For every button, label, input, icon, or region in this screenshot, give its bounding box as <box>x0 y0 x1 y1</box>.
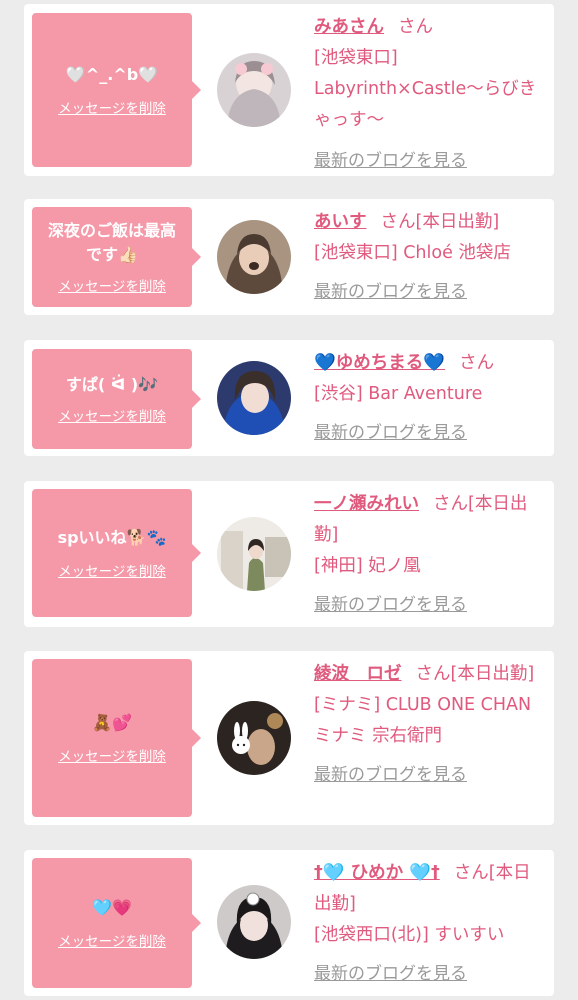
latest-blog-link[interactable]: 最新のブログを見る <box>314 959 540 990</box>
delete-message-link[interactable]: メッセージを削除 <box>58 930 166 950</box>
message-card: 深夜のご飯は最高です👍🏻 メッセージを削除 あいす さん[本日出勤] [池袋東口]… <box>24 199 554 315</box>
message-bubble: 🧸💕 メッセージを削除 <box>32 659 201 817</box>
message-text: 🤍^_.^b🤍 <box>65 65 159 84</box>
latest-blog-link[interactable]: 最新のブログを見る <box>314 277 540 308</box>
message-text: すぱ( ᐛ )🎶 <box>65 375 159 394</box>
shop-name: [ミナミ] CLUB ONE CHAN ミナミ 宗右衛門 <box>314 695 532 746</box>
delete-message-link[interactable]: メッセージを削除 <box>58 745 166 765</box>
delete-message-link[interactable]: メッセージを削除 <box>58 97 166 117</box>
cast-info: 💙ゆめちまる💙 さん [渋谷] Bar Aventure 最新のブログを見る <box>314 348 540 449</box>
message-bubble: 深夜のご飯は最高です👍🏻 メッセージを削除 <box>32 207 201 307</box>
message-card: 🤍^_.^b🤍 メッセージを削除 みあさん さん [池袋東口] Labyrinth… <box>24 4 554 176</box>
cast-name-link[interactable]: 💙ゆめちまる💙 <box>314 353 445 373</box>
message-bubble: 🤍^_.^b🤍 メッセージを削除 <box>32 13 201 167</box>
cast-name-link[interactable]: あいす <box>314 212 367 232</box>
delete-message-link[interactable]: メッセージを削除 <box>58 560 166 580</box>
message-card: 🧸💕 メッセージを削除 綾波 ロゼ さん[本日出勤] [ミナミ] CLUB ONE… <box>24 651 554 825</box>
message-bubble: すぱ( ᐛ )🎶 メッセージを削除 <box>32 349 201 449</box>
delete-message-link[interactable]: メッセージを削除 <box>58 275 166 295</box>
latest-blog-link[interactable]: 最新のブログを見る <box>314 146 540 177</box>
cast-info: 綾波 ロゼ さん[本日出勤] [ミナミ] CLUB ONE CHAN ミナミ 宗右… <box>314 659 540 791</box>
avatar[interactable] <box>217 701 291 775</box>
cast-suffix: さん <box>459 353 495 373</box>
avatar[interactable] <box>217 220 291 294</box>
avatar[interactable] <box>217 361 291 435</box>
latest-blog-link[interactable]: 最新のブログを見る <box>314 418 540 449</box>
avatar[interactable] <box>217 885 291 959</box>
cast-info: あいす さん[本日出勤] [池袋東口] Chloé 池袋店 最新のブログを見る <box>314 207 540 308</box>
cast-info: †🩵 ひめか 🩵† さん[本日出勤] [池袋西口(北)] すいすい 最新のブログを… <box>314 858 540 990</box>
cast-suffix: さん[本日出勤] <box>415 664 535 684</box>
cast-name-link[interactable]: †🩵 ひめか 🩵† <box>314 863 440 883</box>
shop-name: [池袋東口] Labyrinth×Castle〜らびきゃっす〜 <box>314 48 537 130</box>
message-card: spいいね🐕🐾 メッセージを削除 一ノ瀬みれい さん[本日出勤] [神田] 妃ノ凰… <box>24 481 554 627</box>
latest-blog-link[interactable]: 最新のブログを見る <box>314 760 540 791</box>
latest-blog-link[interactable]: 最新のブログを見る <box>314 590 540 621</box>
cast-suffix: さん[本日出勤] <box>380 212 500 232</box>
shop-name: [池袋西口(北)] すいすい <box>314 925 505 945</box>
shop-name: [渋谷] Bar Aventure <box>314 384 483 404</box>
message-text: 🩵💗 <box>92 898 132 917</box>
message-bubble: spいいね🐕🐾 メッセージを削除 <box>32 489 201 617</box>
cast-info: みあさん さん [池袋東口] Labyrinth×Castle〜らびきゃっす〜 最… <box>314 12 540 177</box>
delete-message-link[interactable]: メッセージを削除 <box>58 405 166 425</box>
cast-info: 一ノ瀬みれい さん[本日出勤] [神田] 妃ノ凰 最新のブログを見る <box>314 489 540 621</box>
message-text: spいいね🐕🐾 <box>57 528 167 547</box>
message-text: 深夜のご飯は最高です👍🏻 <box>47 221 176 264</box>
cast-suffix: さん <box>398 17 433 37</box>
cast-name-link[interactable]: 一ノ瀬みれい <box>314 494 419 514</box>
avatar[interactable] <box>217 53 291 127</box>
message-card: 🩵💗 メッセージを削除 †🩵 ひめか 🩵† さん[本日出勤] [池袋西口(北)] … <box>24 850 554 996</box>
message-text: 🧸💕 <box>92 713 132 732</box>
message-bubble: 🩵💗 メッセージを削除 <box>32 858 201 988</box>
shop-name: [神田] 妃ノ凰 <box>314 556 421 576</box>
message-card: すぱ( ᐛ )🎶 メッセージを削除 💙ゆめちまる💙 さん [渋谷] Bar Ave… <box>24 340 554 456</box>
shop-name: [池袋東口] Chloé 池袋店 <box>314 243 511 263</box>
message-list: 🤍^_.^b🤍 メッセージを削除 みあさん さん [池袋東口] Labyrinth… <box>0 0 578 1000</box>
avatar[interactable] <box>217 517 291 591</box>
cast-name-link[interactable]: みあさん <box>314 17 384 37</box>
cast-name-link[interactable]: 綾波 ロゼ <box>314 664 402 684</box>
